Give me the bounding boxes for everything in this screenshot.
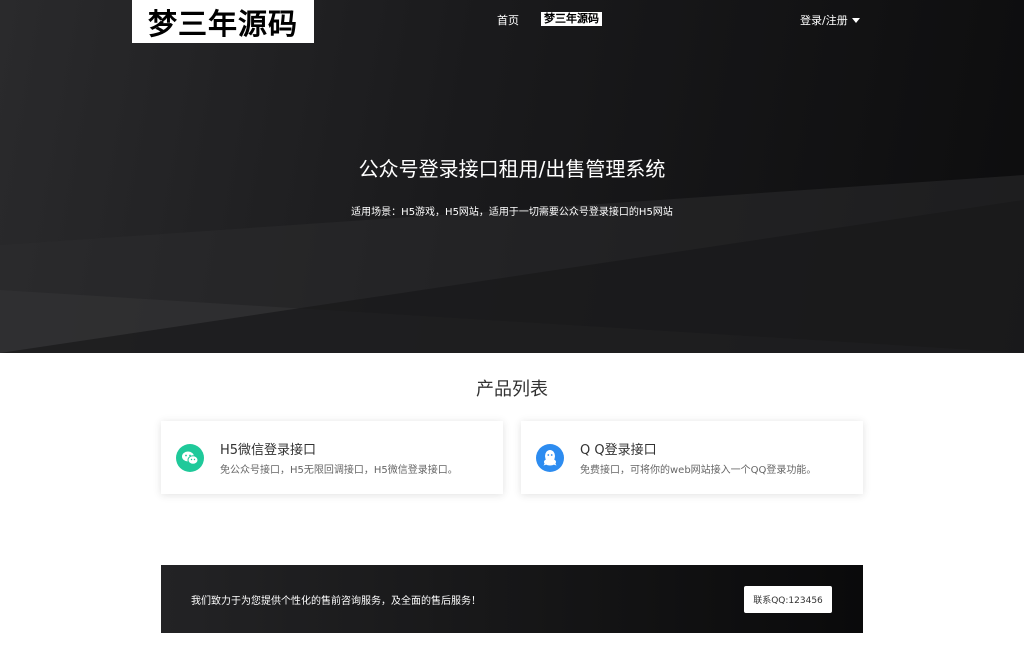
contact-qq-button[interactable]: 联系QQ:123456 [744,586,832,613]
login-register-dropdown[interactable]: 登录/注册 [800,12,860,28]
product-list-title: 产品列表 [476,379,548,400]
product-description: 免费接口，可将你的web网站接入一个QQ登录功能。 [580,465,817,476]
logo[interactable]: 梦三年源码 [132,0,314,43]
nav-home-link[interactable]: 首页 [497,12,519,28]
hero-subtitle: 适用场景：H5游戏，H5网站，适用于一切需要公众号登录接口的H5网站 [351,207,673,218]
login-register-label: 登录/注册 [800,14,848,27]
product-card-wechat[interactable]: H5微信登录接口 免公众号接口，H5无限回调接口，H5微信登录接口。 [161,421,503,494]
logo-text: 梦三年源码 [147,6,298,41]
product-description: 免公众号接口，H5无限回调接口，H5微信登录接口。 [220,465,458,476]
hero-title: 公众号登录接口租用/出售管理系统 [358,157,666,181]
product-title: Q Q登录接口 [580,443,657,458]
qq-icon [536,444,564,472]
contact-banner-text: 我们致力于为您提供个性化的售前咨询服务，及全面的售后服务！ [191,596,481,607]
caret-down-icon [851,17,860,23]
contact-banner: 我们致力于为您提供个性化的售前咨询服务，及全面的售后服务！ 联系QQ:12345… [161,565,863,633]
hero-banner: 梦三年源码 首页 梦三年源码 登录/注册 公众号登录接口租用/出售管理系统 适用… [0,0,1024,353]
product-card-qq[interactable]: Q Q登录接口 免费接口，可将你的web网站接入一个QQ登录功能。 [521,421,863,494]
nav-brand-link[interactable]: 梦三年源码 [541,12,602,26]
wechat-icon [176,444,204,472]
product-title: H5微信登录接口 [220,443,317,458]
